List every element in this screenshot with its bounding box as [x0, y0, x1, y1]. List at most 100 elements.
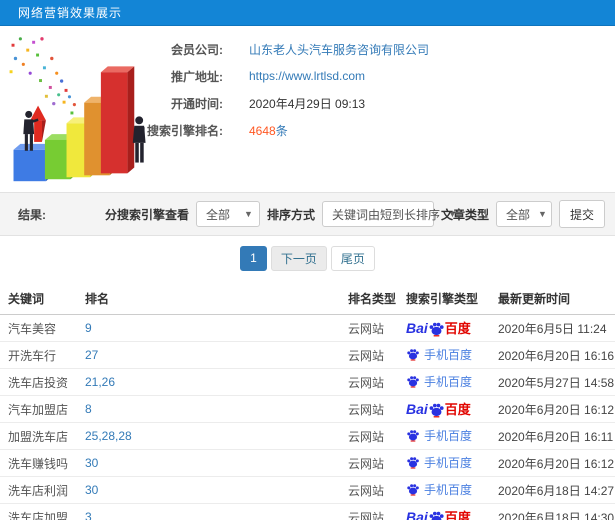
col-updated-time: 最新更新时间 [498, 282, 615, 315]
sort-value: 关键词由短到长排序 [331, 207, 440, 222]
keyword-cell: 洗车店加盟 [0, 503, 85, 520]
baidu-paw-icon [429, 403, 444, 417]
col-keyword: 关键词 [0, 282, 85, 315]
engine-type-cell: 手机百度 [406, 476, 498, 504]
rank-type-cell: 云网站 [348, 476, 406, 504]
sort-select[interactable]: 关键词由短到长排序 ▼ [321, 201, 457, 227]
table-row: 洗车店加盟 3 云网站 Bai 百度 2020年6月18日 14:30 [0, 503, 615, 520]
mobile-baidu-logo: 手机百度 [406, 454, 472, 471]
rank-cell[interactable]: 25,28,28 [85, 422, 348, 450]
rank-count-suffix: 条 [275, 123, 288, 138]
rank-type-cell: 云网站 [348, 368, 406, 396]
keyword-cell: 汽车加盟店 [0, 395, 85, 423]
baidu-paw-icon [429, 322, 444, 336]
baidu-paw-icon [407, 484, 419, 496]
engine-type-cell: Bai 百度 [406, 395, 498, 423]
engine-type-cell: 手机百度 [406, 422, 498, 450]
table-row: 开洗车行 27 云网站 手机百度 2020年6月20日 16:16 [0, 341, 615, 369]
table-row: 洗车赚钱吗 30 云网站 手机百度 2020年6月20日 16:12 [0, 449, 615, 477]
keyword-cell: 洗车赚钱吗 [0, 449, 85, 477]
info-row-company: 会员公司: 山东老人头汽车服务咨询有限公司 [110, 36, 615, 62]
app-header: 网络营销效果展示 [0, 0, 615, 26]
mobile-baidu-logo: 手机百度 [406, 346, 472, 363]
updated-time-cell: 2020年6月5日 11:24 [498, 314, 615, 342]
baidu-paw-icon [407, 430, 419, 442]
baidu-paw-icon [429, 511, 444, 520]
mobile-baidu-logo: 手机百度 [406, 481, 472, 498]
rank-cell[interactable]: 27 [85, 341, 348, 369]
rank-cell[interactable]: 21,26 [85, 368, 348, 396]
mobile-baidu-logo: 手机百度 [406, 427, 472, 444]
rank-count-number: 4648 [249, 123, 276, 138]
promo-url-link[interactable]: https://www.lrtlsd.com [249, 69, 365, 83]
updated-time-cell: 2020年6月20日 16:11 [498, 422, 615, 450]
pagination: 1 下一页 尾页 [0, 236, 615, 276]
page-title: 网络营销效果展示 [18, 6, 123, 20]
baidu-paw-icon [407, 457, 419, 469]
baidu-paw-icon [407, 349, 419, 361]
table-row: 洗车店利润 30 云网站 手机百度 2020年6月18日 14:27 [0, 476, 615, 504]
confetti-decoration [9, 37, 76, 115]
mobile-baidu-logo: 手机百度 [406, 373, 472, 390]
rank-type-cell: 云网站 [348, 341, 406, 369]
page-number-current[interactable]: 1 [240, 245, 267, 271]
table-row: 汽车美容 9 云网站 Bai 百度 2020年6月5日 11:24 [0, 314, 615, 342]
info-row-open-time: 开通时间: 2020年4月29日 09:13 [110, 90, 615, 116]
col-rank: 排名 [85, 282, 348, 315]
sort-label: 排序方式 [266, 207, 315, 222]
updated-time-cell: 2020年6月18日 14:27 [498, 476, 615, 504]
col-engine-type: 搜索引擎类型 [406, 282, 498, 315]
rank-cell[interactable]: 9 [85, 314, 348, 342]
open-time-label: 开通时间: [171, 96, 223, 111]
summary-panel: 会员公司: 山东老人头汽车服务咨询有限公司 推广地址: https://www.… [0, 26, 615, 192]
table-row: 汽车加盟店 8 云网站 Bai 百度 2020年6月20日 16:12 [0, 395, 615, 423]
results-table-body: 汽车美容 9 云网站 Bai 百度 2020年6月5日 11:24 开洗车行 27 云网站 手机百… [0, 314, 615, 520]
keyword-cell: 汽车美容 [0, 314, 85, 342]
table-row: 洗车店投资 21,26 云网站 手机百度 2020年5月27日 14:58 [0, 368, 615, 396]
results-table: 关键词 排名 排名类型 搜索引擎类型 最新更新时间 汽车美容 9 云网站 Bai 百度 2… [0, 282, 615, 520]
member-info: 会员公司: 山东老人头汽车服务咨询有限公司 推广地址: https://www.… [110, 36, 615, 144]
article-type-select[interactable]: 全部 ▼ [495, 201, 552, 227]
chevron-down-icon: ▼ [244, 209, 253, 219]
keyword-cell: 开洗车行 [0, 341, 85, 369]
rank-cell[interactable]: 30 [85, 476, 348, 504]
engine-filter-value: 全部 [205, 207, 230, 222]
last-page-button[interactable]: 尾页 [330, 245, 375, 271]
rank-cell[interactable]: 3 [85, 503, 348, 520]
rank-type-cell: 云网站 [348, 449, 406, 477]
info-row-rank-count: 搜索引擎排名: 4648条 [110, 117, 615, 143]
open-time-value: 2020年4月29日 09:13 [249, 96, 366, 111]
filter-controls: 分搜索引擎查看 全部 ▼ 排序方式 关键词由短到长排序 ▼ 文章类型 全部 ▼ … [105, 200, 605, 228]
baidu-logo: Bai 百度 [406, 320, 471, 336]
engine-filter-label: 分搜索引擎查看 [104, 207, 189, 222]
promo-url-label: 推广地址: [171, 69, 223, 84]
engine-type-cell: 手机百度 [406, 368, 498, 396]
next-page-button[interactable]: 下一页 [270, 245, 327, 271]
info-row-url: 推广地址: https://www.lrtlsd.com [110, 63, 615, 89]
table-row: 加盟洗车店 25,28,28 云网站 手机百度 2020年6月20日 16:11 [0, 422, 615, 450]
rank-cell[interactable]: 30 [85, 449, 348, 477]
engine-type-cell: Bai 百度 [406, 314, 498, 342]
baidu-logo: Bai 百度 [406, 401, 471, 417]
article-type-label: 文章类型 [440, 207, 489, 222]
article-type-value: 全部 [505, 207, 530, 222]
engine-type-cell: 手机百度 [406, 449, 498, 477]
col-rank-type: 排名类型 [348, 282, 406, 315]
keyword-cell: 加盟洗车店 [0, 422, 85, 450]
rank-type-cell: 云网站 [348, 503, 406, 520]
updated-time-cell: 2020年6月20日 16:16 [498, 341, 615, 369]
submit-button[interactable]: 提交 [558, 200, 605, 228]
rank-type-cell: 云网站 [348, 395, 406, 423]
engine-type-cell: 手机百度 [406, 341, 498, 369]
baidu-paw-icon [407, 376, 419, 388]
updated-time-cell: 2020年5月27日 14:58 [498, 368, 615, 396]
rank-type-cell: 云网站 [348, 422, 406, 450]
company-link[interactable]: 山东老人头汽车服务咨询有限公司 [249, 43, 429, 57]
rank-cell[interactable]: 8 [85, 395, 348, 423]
engine-filter-select[interactable]: 全部 ▼ [195, 201, 260, 227]
company-label: 会员公司: [171, 42, 223, 57]
keyword-cell: 洗车店投资 [0, 368, 85, 396]
updated-time-cell: 2020年6月20日 16:12 [498, 449, 615, 477]
table-header-row: 关键词 排名 排名类型 搜索引擎类型 最新更新时间 [0, 282, 615, 315]
updated-time-cell: 2020年6月20日 16:12 [498, 395, 615, 423]
